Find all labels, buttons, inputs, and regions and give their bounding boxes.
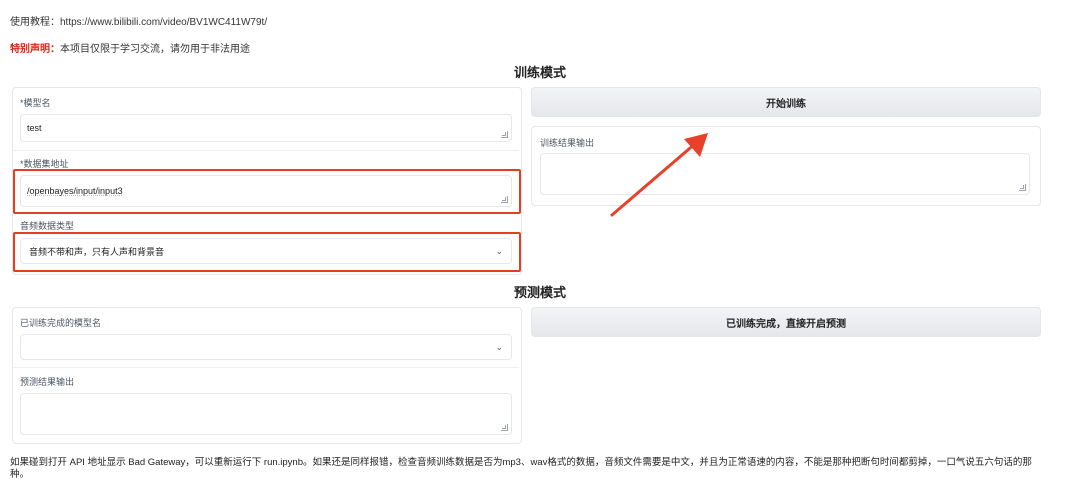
audio-type-highlight — [13, 232, 521, 272]
chevron-down-icon: ⌄ — [495, 341, 503, 352]
predict-output-field[interactable] — [20, 393, 512, 435]
start-prediction-button[interactable]: 已训练完成，直接开启预测 — [531, 307, 1041, 337]
predict-section-title: 预测模式 — [513, 285, 566, 300]
notice-text: 本项目仅限于学习交流，请勿用于非法用途 — [60, 44, 250, 55]
annotation-arrow — [610, 133, 708, 217]
audio-type-label: 音频数据类型 — [20, 221, 75, 231]
predict-output-label: 预测结果输出 — [20, 377, 75, 387]
tutorial-link[interactable]: https://www.bilibili.com/video/BV1WC411W… — [60, 17, 267, 28]
resize-grip-icon[interactable] — [501, 131, 508, 138]
notice-line: 特别声明：本项目仅限于学习交流，请勿用于非法用途 — [10, 40, 250, 55]
notice-key: 特别声明： — [10, 44, 60, 55]
trained-model-select[interactable]: ⌄ — [20, 334, 512, 360]
divider — [13, 367, 519, 368]
dataset-path-highlight — [13, 169, 521, 214]
tutorial-line: 使用教程：https://www.bilibili.com/video/BV1W… — [10, 13, 267, 28]
footer-note: 如果碰到打开 API 地址显示 Bad Gateway，可以重新运行下 run.… — [10, 457, 1032, 480]
train-output-label: 训练结果输出 — [540, 138, 595, 148]
resize-grip-icon[interactable] — [1019, 184, 1026, 191]
model-name-field[interactable]: test — [20, 114, 512, 142]
tutorial-label: 使用教程： — [10, 17, 60, 28]
trained-model-label: 已训练完成的模型名 — [20, 318, 102, 328]
start-training-button[interactable]: 开始训练 — [531, 87, 1041, 117]
model-name-label: *模型名 — [20, 98, 51, 108]
divider — [13, 150, 519, 151]
train-section-title: 训练模式 — [513, 65, 566, 80]
resize-grip-icon[interactable] — [501, 424, 508, 431]
model-name-value: test — [27, 123, 42, 133]
